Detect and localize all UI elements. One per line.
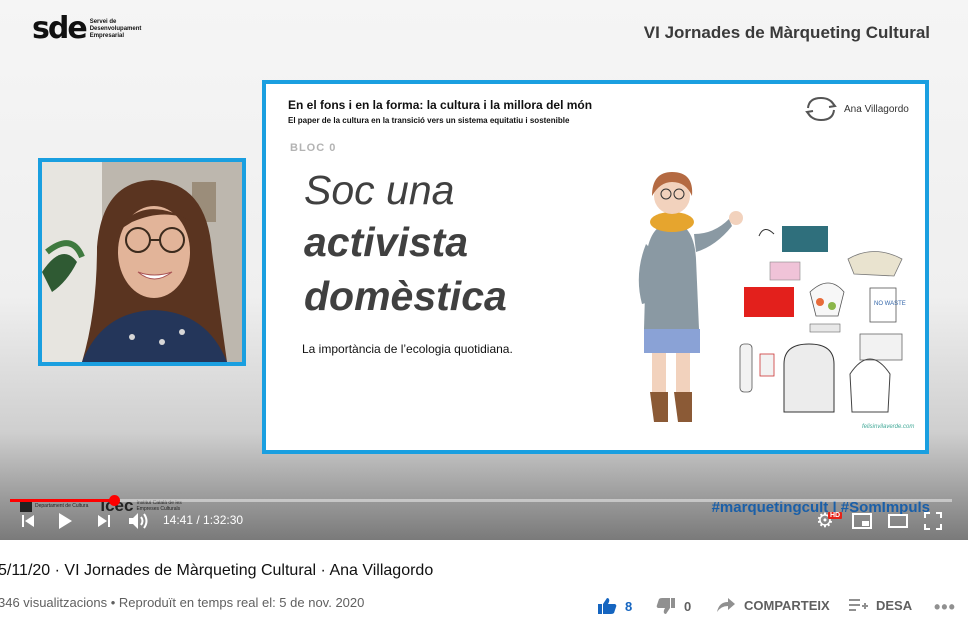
video-meta: 346 visualitzacions • Reproduït en temps…: [0, 595, 365, 610]
progress-played: [10, 499, 114, 502]
activist-illustration: NO WASTE: [638, 172, 906, 422]
theater-icon: [888, 514, 908, 528]
slide-headline-2: activista: [304, 219, 469, 265]
like-count: 8: [625, 598, 633, 614]
sde-logo: sde Servei de Desenvolupament Empresaria…: [32, 14, 150, 44]
play-button[interactable]: [56, 511, 74, 531]
video-title: 5/11/20 · VI Jornades de Màrqueting Cult…: [0, 562, 434, 579]
playlist-add-icon: [849, 599, 868, 611]
brand-logo-text: sde: [32, 11, 88, 46]
hd-badge: HD: [827, 511, 843, 519]
skip-next-icon: [98, 515, 110, 527]
slide-author-name: Ana Villagordo: [844, 103, 909, 115]
slide-title: En el fons i en la forma: la cultura i l…: [288, 98, 593, 112]
progress-bar[interactable]: [10, 495, 952, 506]
progress-scrubber[interactable]: [108, 495, 120, 506]
thumbs-down-icon: [656, 598, 675, 614]
event-title: VI Jornades de Màrqueting Cultural: [643, 23, 930, 42]
fullscreen-icon: [924, 512, 942, 530]
skip-previous-icon: [22, 515, 34, 527]
recycle-arrows-icon: [805, 96, 837, 122]
miniplayer-button[interactable]: [852, 511, 872, 531]
presentation-slide: En el fons i en la forma: la cultura i l…: [262, 80, 929, 454]
volume-icon: [129, 513, 148, 529]
volume-button[interactable]: [128, 511, 150, 531]
share-label: COMPARTEIX: [744, 597, 830, 613]
fullscreen-button[interactable]: [924, 511, 942, 531]
brand-sub-line: Servei de: [89, 18, 117, 25]
slide-headline-1: Soc una: [304, 167, 455, 213]
video-player[interactable]: sde Servei de Desenvolupament Empresaria…: [0, 0, 968, 540]
brand-subtitle: Servei de Desenvolupament Empresarial: [90, 19, 150, 40]
like-button[interactable]: 8: [597, 597, 632, 615]
brand-sub-line: Desenvolupament: [89, 25, 142, 32]
more-actions-button[interactable]: •••: [934, 597, 956, 618]
speaker-image: [42, 162, 242, 362]
save-label: DESA: [876, 597, 913, 613]
slide-author: Ana Villagordo: [804, 96, 909, 122]
share-icon: [717, 598, 735, 612]
more-horizontal-icon: •••: [934, 597, 956, 617]
no-waste-sign: NO WASTE: [874, 301, 906, 307]
dislike-button[interactable]: 0: [656, 597, 691, 615]
miniplayer-icon: [852, 513, 872, 529]
share-button[interactable]: COMPARTEIX: [716, 597, 830, 613]
slide-subtitle: El paper de la cultura en la transició v…: [288, 116, 570, 125]
illustration-credit: felisinvilaverde.com: [862, 424, 915, 430]
thumbs-up-icon: [598, 598, 617, 614]
save-button[interactable]: DESA: [848, 597, 912, 613]
partner-name: Departament de Cultura: [35, 503, 89, 509]
slide-headline-3: domèstica: [304, 273, 507, 319]
theater-mode-button[interactable]: [888, 511, 908, 531]
play-icon: [59, 513, 72, 529]
previous-button[interactable]: [20, 511, 36, 531]
next-button[interactable]: [96, 511, 112, 531]
dislike-count: 0: [684, 598, 692, 614]
slide-lead-text: La importància de l’ecologia quotidiana.: [302, 342, 513, 356]
settings-button[interactable]: ⚙ HD: [816, 511, 843, 531]
bloc-label: BLOC 0: [290, 142, 337, 154]
webcam-feed: [38, 158, 246, 366]
time-display: 14:41 / 1:32:30: [163, 513, 244, 527]
brand-sub-line: Empresarial: [89, 32, 125, 39]
